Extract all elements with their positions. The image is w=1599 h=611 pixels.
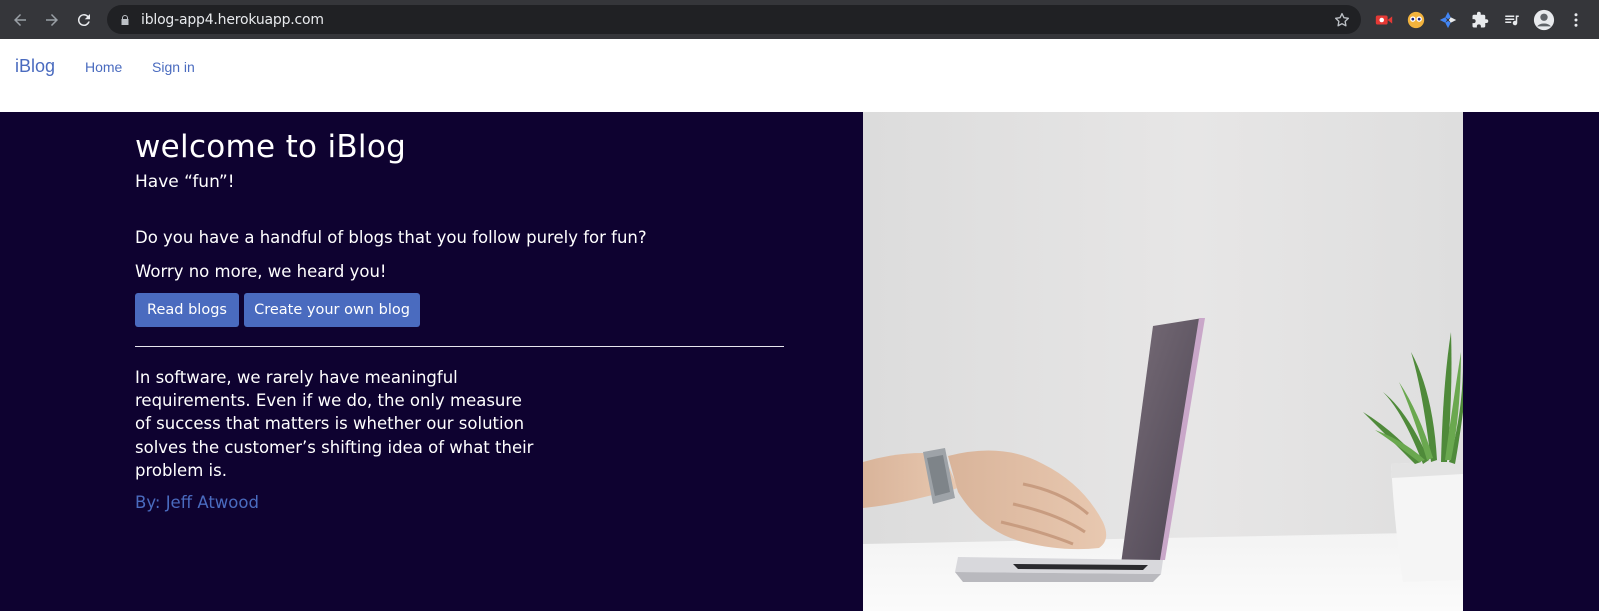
translate-extension-icon[interactable] [1437,9,1459,31]
reload-icon[interactable] [70,6,98,34]
menu-icon[interactable] [1565,9,1587,31]
read-blogs-button[interactable]: Read blogs [135,293,239,327]
media-icon[interactable] [1501,9,1523,31]
screen-record-extension-icon[interactable] [1373,9,1395,31]
extensions-area [1368,0,1592,39]
puzzle-icon[interactable] [1469,9,1491,31]
hero-image [863,112,1463,611]
create-blog-button[interactable]: Create your own blog [244,293,420,327]
brand-link[interactable]: iBlog [15,56,55,77]
lock-icon [118,13,132,27]
back-icon[interactable] [6,6,34,34]
browser-toolbar: iblog-app4.herokuapp.com [0,0,1599,39]
site-navbar: iBlog Home Sign in [0,39,1599,112]
hero-section: welcome to iBlog Have “fun”! Do you have… [0,112,1599,611]
nav-link-home[interactable]: Home [85,59,122,75]
divider [135,346,784,347]
address-bar[interactable]: iblog-app4.herokuapp.com [107,5,1361,34]
star-icon[interactable] [1333,11,1351,29]
nav-link-sign-in[interactable]: Sign in [152,59,195,75]
quote-text: In software, we rarely have meaningful r… [135,368,534,480]
hero-reassurance: Worry no more, we heard you! [135,262,387,281]
page-title: welcome to iBlog [135,129,407,165]
quote-author: By: Jeff Atwood [135,493,259,512]
profile-icon[interactable] [1533,9,1555,31]
hero-question: Do you have a handful of blogs that you … [135,228,647,247]
page-subtitle: Have “fun”! [135,172,235,192]
url-text: iblog-app4.herokuapp.com [141,11,324,28]
forward-icon[interactable] [38,6,66,34]
owl-extension-icon[interactable] [1405,9,1427,31]
